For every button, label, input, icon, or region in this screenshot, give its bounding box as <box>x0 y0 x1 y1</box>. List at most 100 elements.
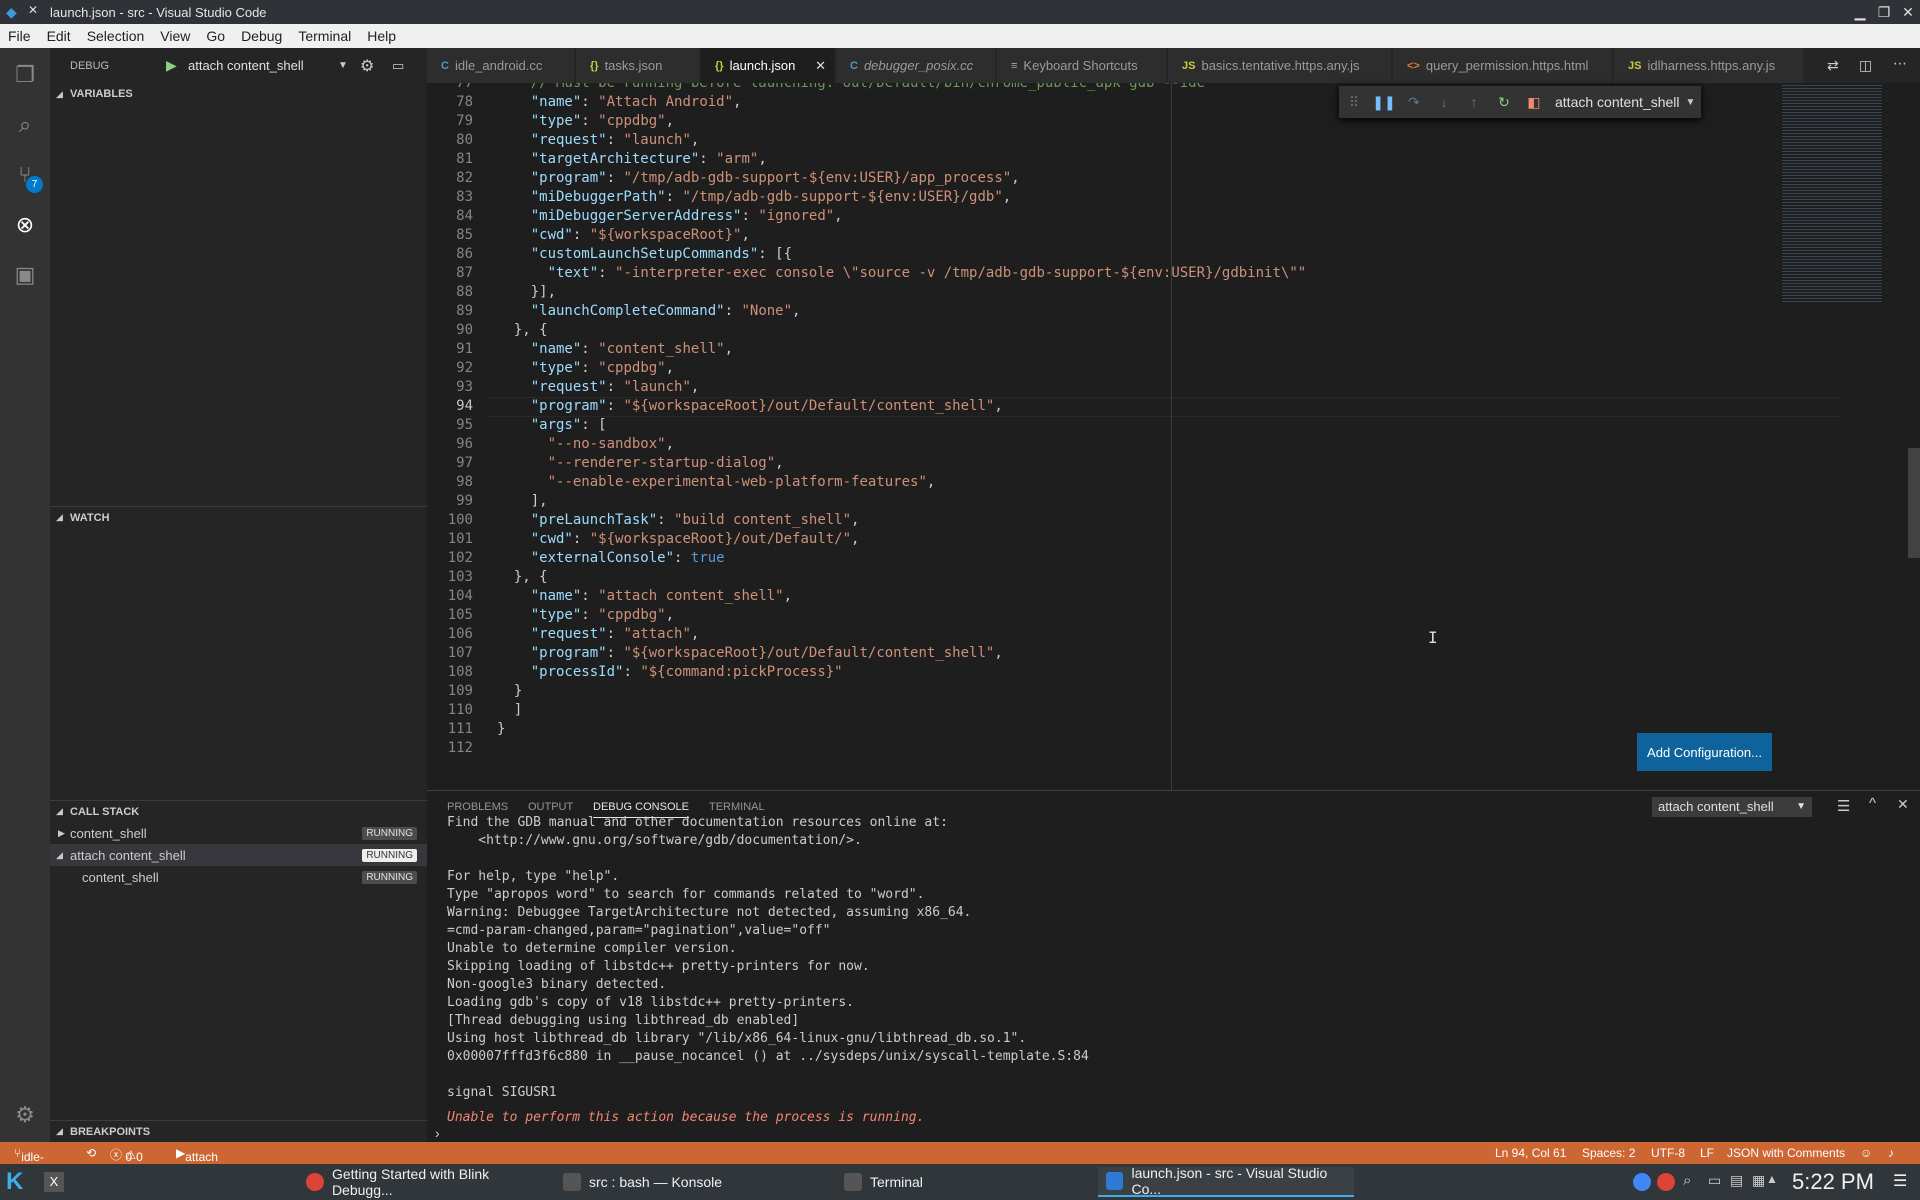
line-number[interactable]: 95 <box>427 417 473 433</box>
menu-help[interactable]: Help <box>359 28 404 44</box>
task-chrome[interactable]: Getting Started with Blink Debugg... <box>298 1166 553 1198</box>
callstack-item[interactable]: ▶ content_shell RUNNING <box>50 822 427 844</box>
step-over-icon[interactable]: ↷ <box>1399 94 1429 111</box>
minimize-icon[interactable]: ▁ <box>1850 2 1870 22</box>
line-number[interactable]: 91 <box>427 341 473 357</box>
debug-icon[interactable]: ⊗ <box>13 213 37 237</box>
tab-debugger-posix[interactable]: Cdebugger_posix.cc <box>836 48 996 83</box>
line-number[interactable]: 102 <box>427 550 473 566</box>
disconnect-icon[interactable]: ◧ <box>1519 94 1549 111</box>
tab-problems[interactable]: PROBLEMS <box>447 801 508 813</box>
bell-icon[interactable]: ♪ <box>1888 1146 1894 1160</box>
code-line[interactable]: }], <box>497 284 556 300</box>
line-number[interactable]: 104 <box>427 588 473 604</box>
callstack-item[interactable]: ◢ attach content_shell RUNNING <box>50 844 427 866</box>
task-vscode[interactable]: launch.json - src - Visual Studio Co... <box>1098 1165 1354 1197</box>
more-actions-icon[interactable]: ⋯ <box>1893 55 1907 72</box>
debug-console-icon[interactable]: ▭ <box>392 58 404 74</box>
extensions-icon[interactable]: ▣ <box>13 263 37 287</box>
window-menu-icon[interactable]: ✕ <box>28 3 38 17</box>
line-number[interactable]: 84 <box>427 208 473 224</box>
tab-terminal[interactable]: TERMINAL <box>709 801 765 813</box>
line-number[interactable]: 78 <box>427 94 473 110</box>
code-line[interactable]: }, { <box>497 569 548 585</box>
problems-status[interactable]: ⓧ 0 ⚠ 0 <box>110 1146 143 1164</box>
minimap[interactable] <box>1782 83 1882 303</box>
menu-debug[interactable]: Debug <box>233 28 290 44</box>
code-line[interactable]: "targetArchitecture": "arm", <box>497 151 767 167</box>
console-prompt[interactable]: › <box>435 1125 440 1141</box>
line-number[interactable]: 79 <box>427 113 473 129</box>
code-line[interactable]: "launchCompleteCommand": "None", <box>497 303 801 319</box>
debug-session-select[interactable]: attach content_shell <box>1555 94 1680 110</box>
code-line[interactable]: "--renderer-startup-dialog", <box>497 455 784 471</box>
code-line[interactable]: "cwd": "${workspaceRoot}", <box>497 227 750 243</box>
chevron-down-icon[interactable]: ▼ <box>1686 97 1696 108</box>
maximize-panel-icon[interactable]: ^ <box>1869 795 1876 812</box>
kde-menu-icon[interactable]: K <box>6 1168 23 1196</box>
menu-view[interactable]: View <box>152 28 198 44</box>
code-line[interactable]: "cwd": "${workspaceRoot}/out/Default/", <box>497 531 860 547</box>
code-line[interactable]: "name": "attach content_shell", <box>497 588 792 604</box>
code-line[interactable]: // Must be running before launching: out… <box>497 83 1205 91</box>
code-line[interactable]: } <box>497 683 522 699</box>
close-tab-icon[interactable]: ✕ <box>815 58 826 74</box>
menu-go[interactable]: Go <box>198 28 233 44</box>
code-line[interactable]: "program": "${workspaceRoot}/out/Default… <box>497 645 1003 661</box>
language-mode[interactable]: JSON with Comments <box>1727 1146 1845 1160</box>
line-number[interactable]: 89 <box>427 303 473 319</box>
line-number[interactable]: 110 <box>427 702 473 718</box>
line-number[interactable]: 107 <box>427 645 473 661</box>
indentation[interactable]: Spaces: 2 <box>1582 1146 1635 1160</box>
callstack-thread[interactable]: content_shell RUNNING <box>50 866 427 888</box>
close-window-icon[interactable]: ✕ <box>1898 2 1918 22</box>
line-number[interactable]: 77 <box>427 83 473 91</box>
line-number[interactable]: 80 <box>427 132 473 148</box>
tab-basics-tentative[interactable]: JS basics.tentative.https.any.js <box>1168 48 1392 83</box>
code-line[interactable]: "request": "attach", <box>497 626 700 642</box>
code-line[interactable]: "args": [ <box>497 417 607 433</box>
code-line[interactable]: "text": "-interpreter-exec console \"sou… <box>497 265 1307 281</box>
notes-tray-icon[interactable]: ▤ <box>1730 1172 1743 1189</box>
callstack-section-header[interactable]: ◢ CALL STACK <box>50 800 427 822</box>
tab-keyboard-shortcuts[interactable]: ≡ Keyboard Shortcuts <box>997 48 1167 83</box>
chrome-tray-icon[interactable] <box>1633 1173 1651 1191</box>
gplus-tray-icon[interactable] <box>1657 1173 1675 1191</box>
line-number[interactable]: 81 <box>427 151 473 167</box>
line-number[interactable]: 83 <box>427 189 473 205</box>
code-line[interactable]: "type": "cppdbg", <box>497 113 674 129</box>
screen-tray-icon[interactable]: ▭ <box>1708 1172 1721 1189</box>
breakpoints-section-header[interactable]: ◢ BREAKPOINTS <box>50 1120 427 1142</box>
code-line[interactable]: "--enable-experimental-web-platform-feat… <box>497 474 936 490</box>
clipboard-tray-icon[interactable]: ▦ <box>1752 1172 1765 1189</box>
line-number[interactable]: 86 <box>427 246 473 262</box>
feedback-icon[interactable]: ☺ <box>1860 1146 1872 1160</box>
sync-icon[interactable]: ⟲ <box>86 1146 96 1160</box>
tab-query-permission[interactable]: <> query_permission.https.html <box>1393 48 1613 83</box>
line-number[interactable]: 96 <box>427 436 473 452</box>
tab-tasks-json[interactable]: {} tasks.json <box>576 48 700 83</box>
line-number[interactable]: 87 <box>427 265 473 281</box>
settings-gear-icon[interactable]: ⚙ <box>13 1103 37 1127</box>
line-number[interactable]: 98 <box>427 474 473 490</box>
menu-terminal[interactable]: Terminal <box>290 28 359 44</box>
code-line[interactable]: "program": "/tmp/adb-gdb-support-${env:U… <box>497 170 1020 186</box>
code-line[interactable]: ], <box>497 493 548 509</box>
console-session-select[interactable]: attach content_shell ▼ <box>1652 797 1812 817</box>
line-number[interactable]: 99 <box>427 493 473 509</box>
maximize-icon[interactable]: ❐ <box>1874 2 1894 22</box>
menu-selection[interactable]: Selection <box>79 28 153 44</box>
line-number[interactable]: 109 <box>427 683 473 699</box>
branch-status[interactable]: ⑂ idle-api* <box>14 1146 44 1178</box>
code-line[interactable]: "type": "cppdbg", <box>497 607 674 623</box>
clear-console-icon[interactable]: ☰ <box>1837 797 1850 815</box>
gear-icon[interactable]: ⚙ <box>360 56 374 76</box>
close-panel-icon[interactable]: ✕ <box>1897 796 1909 813</box>
expand-tray-icon[interactable]: ▲ <box>1766 1172 1778 1186</box>
line-number[interactable]: 93 <box>427 379 473 395</box>
code-line[interactable]: "name": "Attach Android", <box>497 94 742 110</box>
tab-idle-android[interactable]: Cidle_android.cc <box>427 48 575 83</box>
line-number[interactable]: 111 <box>427 721 473 737</box>
tab-output[interactable]: OUTPUT <box>528 801 573 813</box>
menu-edit[interactable]: Edit <box>39 28 79 44</box>
